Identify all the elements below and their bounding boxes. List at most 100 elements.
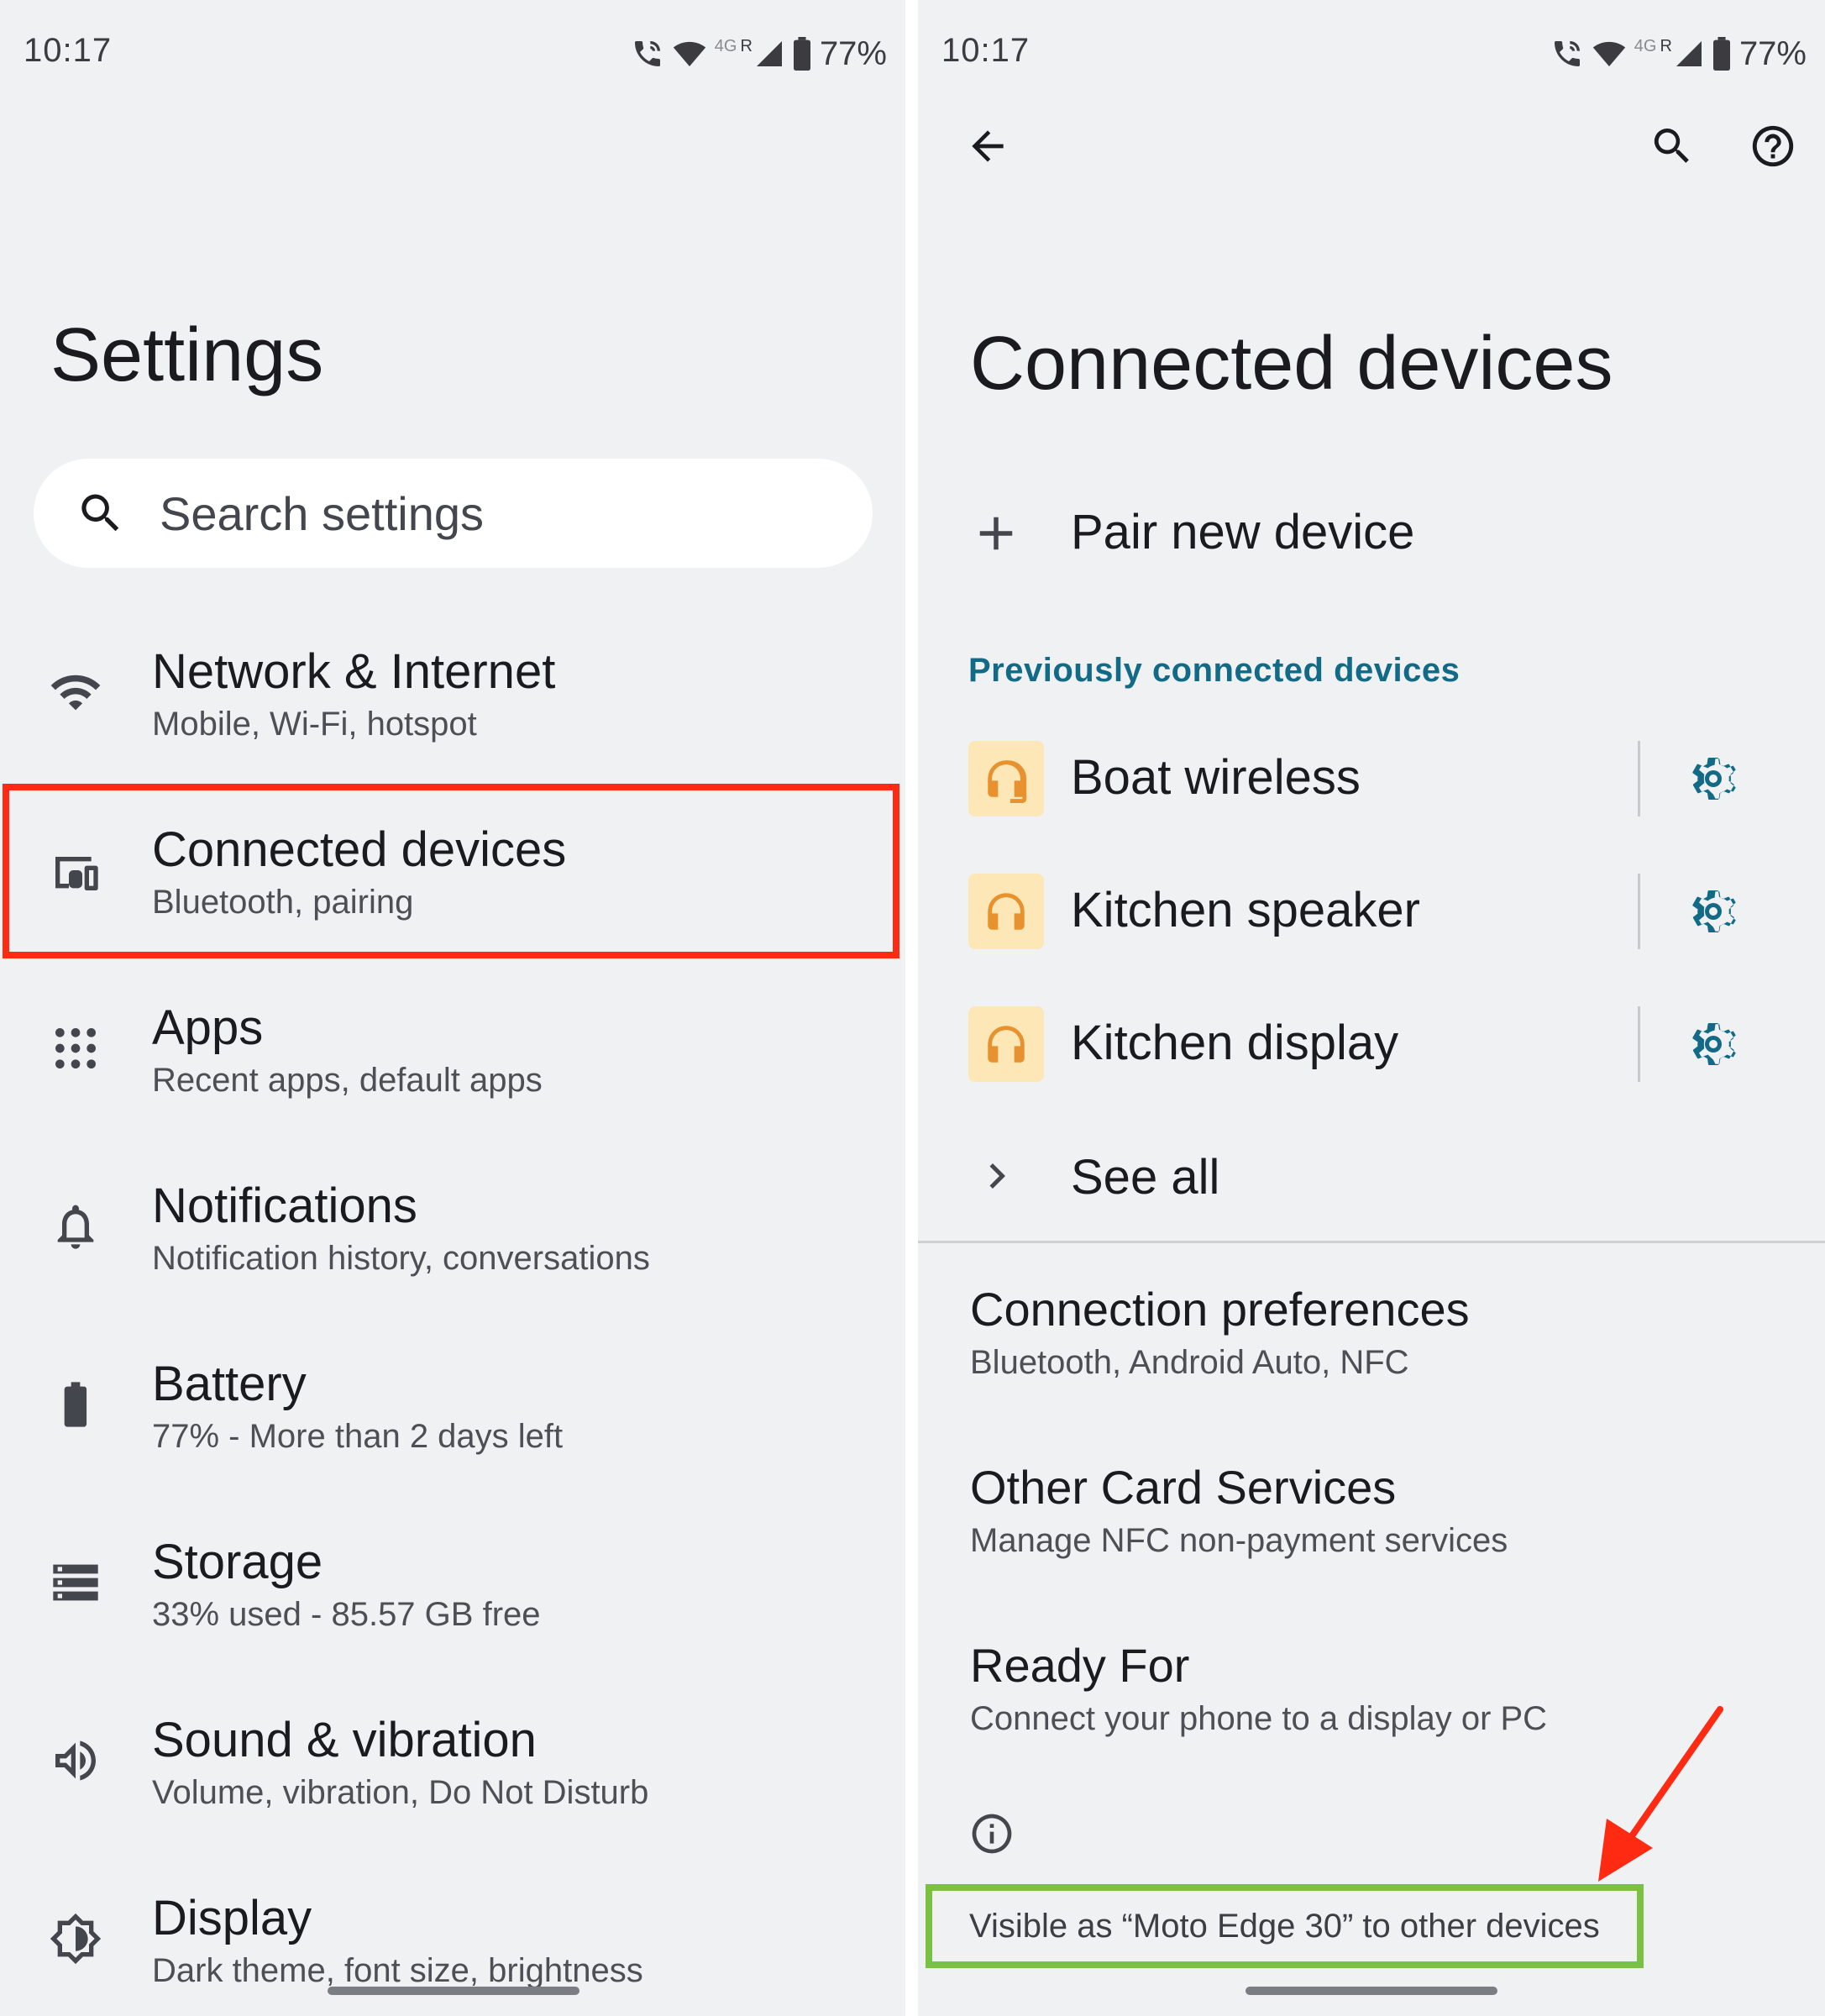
visible-as-highlight-box: Visible as “Moto Edge 30” to other devic… xyxy=(926,1884,1644,1968)
search-button[interactable] xyxy=(1639,113,1706,180)
item-subtitle: Recent apps, default apps xyxy=(152,1062,543,1099)
battery-status-icon xyxy=(1712,37,1730,71)
wifi-calling-icon xyxy=(1554,41,1580,66)
item-subtitle: Dark theme, font size, brightness xyxy=(152,1952,643,1989)
pref-title: Other Card Services xyxy=(970,1461,1397,1514)
item-subtitle: 77% - More than 2 days left xyxy=(152,1418,564,1455)
wifi-calling-icon xyxy=(634,41,660,66)
battery-icon xyxy=(64,1382,87,1427)
settings-item-notifications[interactable]: Notifications Notification history, conv… xyxy=(0,1152,905,1331)
back-button[interactable] xyxy=(954,113,1021,180)
info-icon xyxy=(972,1814,1012,1854)
search-icon xyxy=(1654,129,1689,163)
item-title: Storage xyxy=(152,1535,323,1589)
device-name: Boat wireless xyxy=(1071,750,1361,805)
device-avatar xyxy=(968,741,1044,816)
visible-as-text: Visible as “Moto Edge 30” to other devic… xyxy=(969,1907,1600,1945)
headphones-icon xyxy=(988,760,1027,803)
item-subtitle: Bluetooth, pairing xyxy=(152,884,414,921)
status-time: 10:17 xyxy=(24,32,113,69)
device-avatar xyxy=(968,874,1044,949)
battery-status-icon xyxy=(793,37,810,71)
item-title: Notifications xyxy=(152,1179,417,1233)
item-subtitle: 33% used - 85.57 GB free xyxy=(152,1596,541,1633)
brightness-icon xyxy=(50,1913,102,1965)
settings-screen: 10:17 4G R 77% Settings Search settings … xyxy=(0,0,905,2016)
wifi-status-icon xyxy=(673,41,705,66)
plus-icon xyxy=(979,517,1013,550)
device-settings-button[interactable] xyxy=(1684,749,1743,808)
gesture-nav-bar[interactable] xyxy=(328,1987,579,1995)
settings-item-apps[interactable]: Apps Recent apps, default apps xyxy=(0,974,905,1152)
item-title: Network & Internet xyxy=(152,644,556,699)
network-type-label: 4G xyxy=(714,36,737,55)
search-placeholder: Search settings xyxy=(160,486,484,540)
see-all-button[interactable]: See all xyxy=(918,1126,1825,1226)
pair-new-device-label: Pair new device xyxy=(1071,505,1415,559)
device-row-kitchen-display[interactable]: Kitchen display xyxy=(918,990,1825,1099)
pref-title: Connection preferences xyxy=(970,1283,1470,1336)
wifi-status-icon xyxy=(1592,41,1625,66)
roaming-label: R xyxy=(740,36,753,55)
item-subtitle: Volume, vibration, Do Not Disturb xyxy=(152,1774,649,1811)
search-bar[interactable]: Search settings xyxy=(34,459,873,568)
battery-percent: 77% xyxy=(819,34,887,72)
previously-connected-header: Previously connected devices xyxy=(968,652,1461,689)
device-settings-button[interactable] xyxy=(1684,882,1743,941)
headphones-icon xyxy=(988,893,1025,930)
item-title: Connected devices xyxy=(152,822,567,877)
row-divider xyxy=(1638,874,1640,949)
row-divider xyxy=(1638,1006,1640,1082)
device-name: Kitchen speaker xyxy=(1071,883,1420,937)
item-title: Display xyxy=(152,1891,312,1945)
item-subtitle: Mobile, Wi-Fi, hotspot xyxy=(152,706,477,743)
settings-item-storage[interactable]: Storage 33% used - 85.57 GB free xyxy=(0,1509,905,1687)
pref-connection-preferences[interactable]: Connection preferences Bluetooth, Androi… xyxy=(918,1282,1825,1450)
status-bar-icons: 4G R 77% xyxy=(631,30,887,77)
pref-subtitle: Manage NFC non-payment services xyxy=(970,1522,1508,1559)
pref-other-card-services[interactable]: Other Card Services Manage NFC non-payme… xyxy=(918,1460,1825,1628)
page-title: Connected devices xyxy=(970,322,1613,406)
pref-title: Ready For xyxy=(970,1639,1190,1692)
gear-icon xyxy=(1692,1023,1736,1065)
help-button[interactable] xyxy=(1739,113,1807,180)
roaming-label: R xyxy=(1660,36,1672,55)
section-divider xyxy=(918,1241,1825,1243)
search-icon xyxy=(81,494,119,532)
bell-icon xyxy=(57,1205,94,1249)
cell-signal-icon xyxy=(756,41,782,66)
settings-item-battery[interactable]: Battery 77% - More than 2 days left xyxy=(0,1331,905,1509)
gesture-nav-bar[interactable] xyxy=(1246,1987,1497,1995)
pair-new-device-button[interactable]: Pair new device xyxy=(918,487,1825,580)
connected-devices-icon xyxy=(55,857,98,890)
device-avatar xyxy=(968,1006,1044,1082)
help-icon xyxy=(1752,125,1794,167)
device-row-kitchen-speaker[interactable]: Kitchen speaker xyxy=(918,857,1825,966)
item-subtitle: Notification history, conversations xyxy=(152,1240,650,1277)
gear-icon xyxy=(1692,890,1736,932)
row-divider xyxy=(1638,741,1640,816)
connected-devices-screen: 10:17 4G R 77% Connected devices Pair ne… xyxy=(918,0,1825,2016)
device-name: Kitchen display xyxy=(1071,1016,1399,1070)
pref-subtitle: Bluetooth, Android Auto, NFC xyxy=(970,1344,1409,1381)
device-row-boat-wireless[interactable]: Boat wireless xyxy=(918,724,1825,833)
item-title: Apps xyxy=(152,1000,264,1055)
settings-item-network[interactable]: Network & Internet Mobile, Wi-Fi, hotspo… xyxy=(0,618,905,796)
gear-icon xyxy=(1692,758,1736,800)
battery-percent: 77% xyxy=(1738,34,1807,72)
device-settings-button[interactable] xyxy=(1684,1015,1743,1074)
speaker-icon xyxy=(55,1740,96,1781)
pref-subtitle: Connect your phone to a display or PC xyxy=(970,1700,1548,1737)
see-all-label: See all xyxy=(1071,1150,1220,1205)
item-title: Sound & vibration xyxy=(152,1713,537,1767)
wifi-icon xyxy=(50,675,101,711)
apps-grid-icon xyxy=(55,1028,96,1068)
back-arrow-icon xyxy=(972,130,1004,162)
cell-signal-icon xyxy=(1676,41,1702,66)
network-type-label: 4G xyxy=(1634,36,1657,55)
item-title: Battery xyxy=(152,1357,307,1411)
settings-item-sound[interactable]: Sound & vibration Volume, vibration, Do … xyxy=(0,1687,905,1865)
page-title: Settings xyxy=(50,313,324,397)
settings-item-connected-devices[interactable]: Connected devices Bluetooth, pairing xyxy=(0,796,905,974)
status-bar-icons: 4G R 77% xyxy=(1550,30,1807,77)
